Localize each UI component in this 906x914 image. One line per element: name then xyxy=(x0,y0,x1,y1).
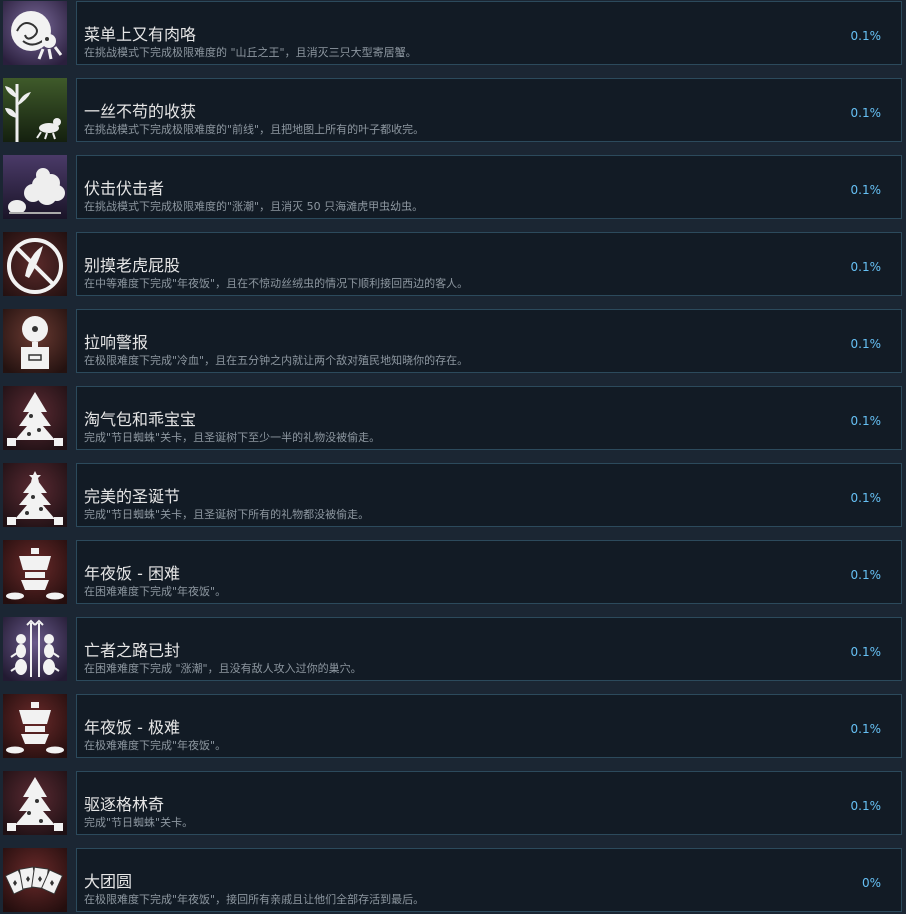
achievement-description: 在极限难度下完成"年夜饭"，接回所有亲戚且让他们全部存活到最后。 xyxy=(84,893,425,906)
achievement-title: 大团圆 xyxy=(84,872,133,891)
achievement-percent: 0.1% xyxy=(850,645,882,659)
achievement-panel: 伏击伏击者 在挑战模式下完成极限难度的"涨潮"，且消灭 50 只海滩虎甲虫幼虫。… xyxy=(76,155,902,219)
achievement-panel: 完美的圣诞节 完成"节日蜘蛛"关卡，且圣诞树下所有的礼物都没被偷走。 0.1% xyxy=(76,463,902,527)
achievement-description: 在极限难度下完成"冷血"，且在五分钟之内就让两个敌对殖民地知晓你的存在。 xyxy=(84,354,469,367)
achievement-panel: 亡者之路已封 在困难难度下完成 "涨潮"，且没有敌人攻入过你的巢穴。 0.1% xyxy=(76,617,902,681)
achievement-percent: 0.1% xyxy=(850,260,882,274)
achievement-percent: 0.1% xyxy=(850,337,882,351)
achievement-title: 年夜饭 - 困难 xyxy=(84,564,180,583)
achievement-title: 驱逐格林奇 xyxy=(84,795,165,814)
achievement-row[interactable]: 年夜饭 - 极难 在极难难度下完成"年夜饭"。 0.1% xyxy=(0,694,906,760)
achievement-description: 在挑战模式下完成极限难度的 "山丘之王"，且消灭三只大型寄居蟹。 xyxy=(84,46,417,59)
achievement-row[interactable]: 大团圆 在极限难度下完成"年夜饭"，接回所有亲戚且让他们全部存活到最后。 0% xyxy=(0,848,906,914)
christmas-tree-icon xyxy=(3,771,67,835)
achievement-description: 完成"节日蜘蛛"关卡。 xyxy=(84,816,194,829)
dinner-pot-icon xyxy=(3,694,67,758)
achievement-title: 一丝不苟的收获 xyxy=(84,102,197,121)
no-feather-icon xyxy=(3,232,67,296)
achievement-title: 亡者之路已封 xyxy=(84,641,181,660)
christmas-tree-icon xyxy=(3,463,67,527)
achievement-description: 在困难难度下完成 "涨潮"，且没有敌人攻入过你的巢穴。 xyxy=(84,662,362,675)
achievement-title: 拉响警报 xyxy=(84,333,149,352)
dinner-pot-icon xyxy=(3,540,67,604)
achievement-percent: 0.1% xyxy=(850,491,882,505)
achievement-description: 完成"节日蜘蛛"关卡，且圣诞树下所有的礼物都没被偷走。 xyxy=(84,508,370,521)
ant-guards-icon xyxy=(3,617,67,681)
achievement-percent: 0% xyxy=(861,876,881,890)
achievement-percent: 0.1% xyxy=(850,722,882,736)
achievement-title: 完美的圣诞节 xyxy=(84,487,181,506)
beetle-ambush-icon xyxy=(3,155,67,219)
achievement-percent: 0.1% xyxy=(850,414,882,428)
achievement-panel: 拉响警报 在极限难度下完成"冷血"，且在五分钟之内就让两个敌对殖民地知晓你的存在… xyxy=(76,309,902,373)
leaf-harvest-icon xyxy=(3,78,67,142)
achievement-description: 在挑战模式下完成极限难度的"前线"，且把地图上所有的叶子都收完。 xyxy=(84,123,425,136)
achievement-row[interactable]: 驱逐格林奇 完成"节日蜘蛛"关卡。 0.1% xyxy=(0,771,906,837)
achievement-percent: 0.1% xyxy=(850,799,882,813)
achievement-description: 在极难难度下完成"年夜饭"。 xyxy=(84,739,227,752)
achievement-panel: 别摸老虎屁股 在中等难度下完成"年夜饭"，且在不惊动丝绒虫的情况下顺利接回西边的… xyxy=(76,232,902,296)
achievement-row[interactable]: 淘气包和乖宝宝 完成"节日蜘蛛"关卡，且圣诞树下至少一半的礼物没被偷走。 0.1… xyxy=(0,386,906,452)
achievement-row[interactable]: 一丝不苟的收获 在挑战模式下完成极限难度的"前线"，且把地图上所有的叶子都收完。… xyxy=(0,78,906,144)
achievement-panel: 年夜饭 - 极难 在极难难度下完成"年夜饭"。 0.1% xyxy=(76,694,902,758)
achievement-row[interactable]: 年夜饭 - 困难 在困难难度下完成"年夜饭"。 0.1% xyxy=(0,540,906,606)
achievement-row[interactable]: 亡者之路已封 在困难难度下完成 "涨潮"，且没有敌人攻入过你的巢穴。 0.1% xyxy=(0,617,906,683)
achievement-percent: 0.1% xyxy=(850,29,882,43)
christmas-tree-icon xyxy=(3,386,67,450)
achievement-title: 伏击伏击者 xyxy=(84,179,165,198)
achievement-panel: 菜单上又有肉咯 在挑战模式下完成极限难度的 "山丘之王"，且消灭三只大型寄居蟹。… xyxy=(76,1,902,65)
achievement-title: 菜单上又有肉咯 xyxy=(84,25,197,44)
achievement-panel: 年夜饭 - 困难 在困难难度下完成"年夜饭"。 0.1% xyxy=(76,540,902,604)
achievement-row[interactable]: 完美的圣诞节 完成"节日蜘蛛"关卡，且圣诞树下所有的礼物都没被偷走。 0.1% xyxy=(0,463,906,529)
achievement-title: 年夜饭 - 极难 xyxy=(84,718,180,737)
achievement-row[interactable]: 菜单上又有肉咯 在挑战模式下完成极限难度的 "山丘之王"，且消灭三只大型寄居蟹。… xyxy=(0,1,906,67)
achievement-panel: 淘气包和乖宝宝 完成"节日蜘蛛"关卡，且圣诞树下至少一半的礼物没被偷走。 0.1… xyxy=(76,386,902,450)
hermit-crab-icon xyxy=(3,1,67,65)
achievement-panel: 大团圆 在极限难度下完成"年夜饭"，接回所有亲戚且让他们全部存活到最后。 0% xyxy=(76,848,902,912)
achievement-description: 完成"节日蜘蛛"关卡，且圣诞树下至少一半的礼物没被偷走。 xyxy=(84,431,381,444)
alarm-bell-icon xyxy=(3,309,67,373)
achievement-panel: 一丝不苟的收获 在挑战模式下完成极限难度的"前线"，且把地图上所有的叶子都收完。… xyxy=(76,78,902,142)
achievement-percent: 0.1% xyxy=(850,568,882,582)
achievement-panel: 驱逐格林奇 完成"节日蜘蛛"关卡。 0.1% xyxy=(76,771,902,835)
achievement-title: 淘气包和乖宝宝 xyxy=(84,410,197,429)
achievement-row[interactable]: 伏击伏击者 在挑战模式下完成极限难度的"涨潮"，且消灭 50 只海滩虎甲虫幼虫。… xyxy=(0,155,906,221)
achievement-description: 在中等难度下完成"年夜饭"，且在不惊动丝绒虫的情况下顺利接回西边的客人。 xyxy=(84,277,469,290)
playing-cards-icon xyxy=(3,848,67,912)
achievement-row[interactable]: 别摸老虎屁股 在中等难度下完成"年夜饭"，且在不惊动丝绒虫的情况下顺利接回西边的… xyxy=(0,232,906,298)
achievement-percent: 0.1% xyxy=(850,183,882,197)
achievement-row[interactable]: 拉响警报 在极限难度下完成"冷血"，且在五分钟之内就让两个敌对殖民地知晓你的存在… xyxy=(0,309,906,375)
achievement-description: 在挑战模式下完成极限难度的"涨潮"，且消灭 50 只海滩虎甲虫幼虫。 xyxy=(84,200,424,213)
achievement-percent: 0.1% xyxy=(850,106,882,120)
achievement-title: 别摸老虎屁股 xyxy=(84,256,181,275)
achievement-description: 在困难难度下完成"年夜饭"。 xyxy=(84,585,227,598)
